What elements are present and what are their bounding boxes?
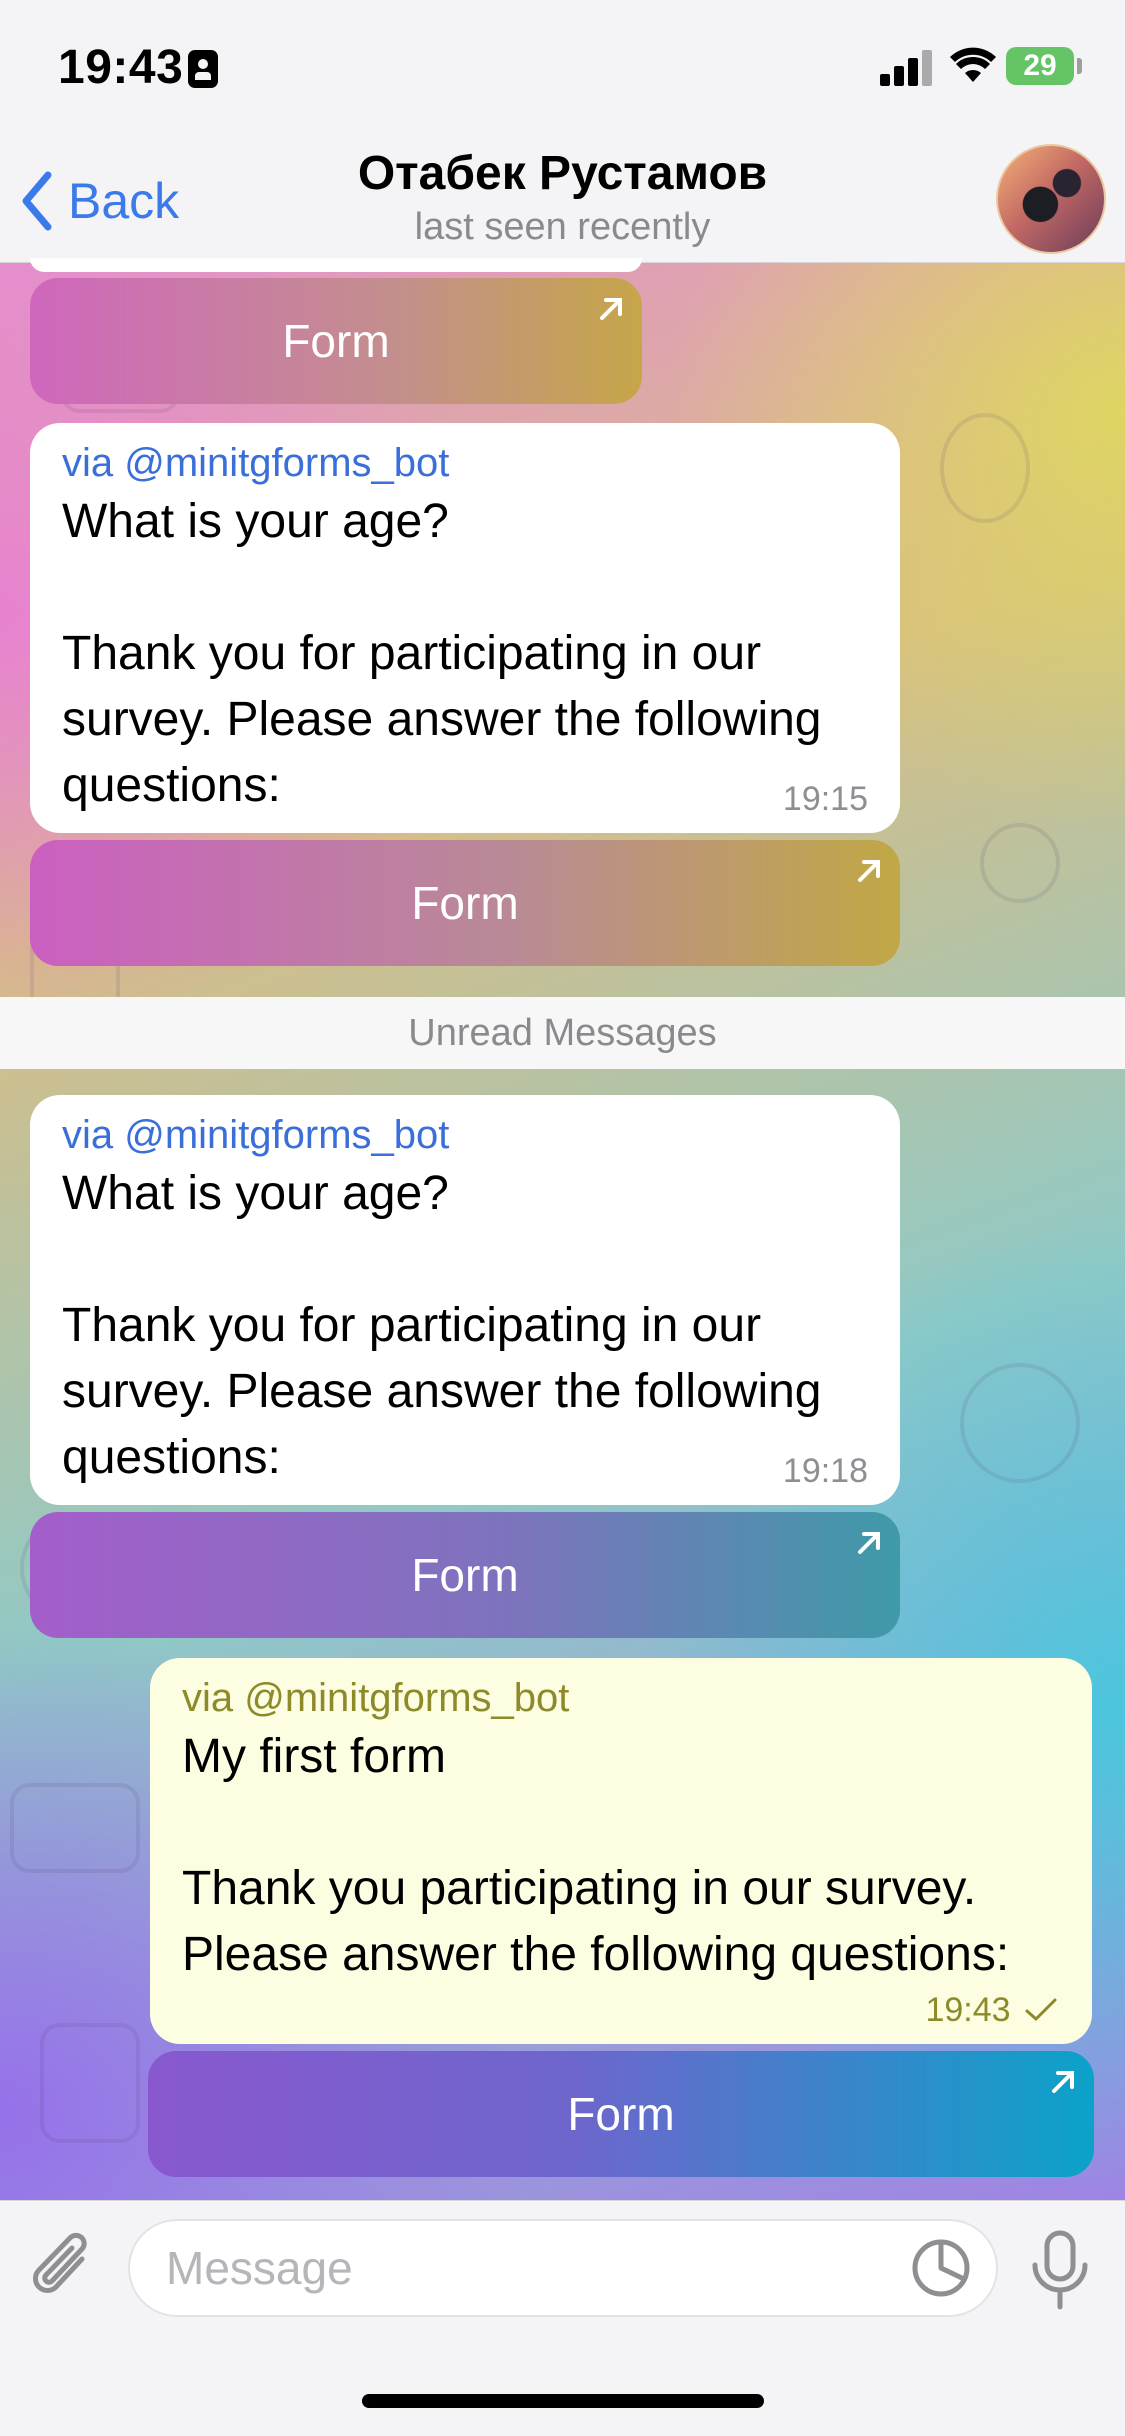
status-bar: 19:43 29 [0,0,1125,138]
chat-status: last seen recently [414,206,711,248]
arrow-up-right-icon [1052,2071,1074,2093]
cellular-signal-icon [880,50,934,86]
arrow-up-right-icon [858,860,880,882]
battery-indicator: 29 [1006,47,1074,85]
battery-tip [1077,58,1082,74]
form-button-label: Form [411,877,519,929]
message-bubble: via @minitgforms_bot What is your age? T… [30,1095,900,1505]
sticker-icon[interactable] [910,2237,972,2299]
status-time: 19:43 [58,41,184,94]
outgoing-message-bubble: via @minitgforms_bot My first form Thank… [150,1658,1092,2044]
message-text: My first form Thank you participating in… [182,1730,1010,1981]
battery-level: 29 [1023,49,1057,82]
form-button[interactable]: Form [148,2051,1094,2177]
form-button-label: Form [567,2088,675,2140]
form-button-label: Form [282,315,390,367]
message-time: 19:18 [782,1452,868,1490]
message-text: What is your age? Thank you for particip… [62,1167,822,1484]
home-indicator[interactable] [362,2394,764,2408]
message-bubble: via @minitgforms_bot What is your age? T… [30,423,900,833]
message-input-field[interactable] [128,2219,998,2317]
chat-header: Back Отабек Рустамов last seen recently [0,138,1125,263]
via-bot-link[interactable]: via @minitgforms_bot [182,1672,1060,1724]
avatar[interactable] [996,144,1106,254]
message-time-text: 19:43 [925,1991,1011,2029]
arrow-up-right-icon [600,298,622,320]
wifi-icon [950,47,996,82]
chat-title[interactable]: Отабек Рустамов [0,146,1125,201]
message-text: What is your age? Thank you for particip… [62,495,822,812]
checkmark-icon [1025,1998,1057,2021]
arrow-up-right-icon [858,1532,880,1554]
form-button-label: Form [411,1549,519,1601]
message-time: 19:43 [925,1991,1058,2030]
message-input[interactable] [166,2221,886,2315]
contact-card-icon [188,50,218,88]
form-button[interactable]: Form [30,1512,900,1638]
via-bot-link[interactable]: via @minitgforms_bot [62,437,868,489]
message-time: 19:15 [782,780,868,818]
form-button[interactable]: Form [30,840,900,966]
form-button[interactable]: Form [30,278,642,404]
via-bot-link[interactable]: via @minitgforms_bot [62,1109,868,1161]
unread-messages-separator: Unread Messages [0,997,1125,1069]
paperclip-icon[interactable] [30,2229,100,2305]
microphone-icon[interactable] [1028,2229,1092,2313]
message-bubble [30,258,642,272]
